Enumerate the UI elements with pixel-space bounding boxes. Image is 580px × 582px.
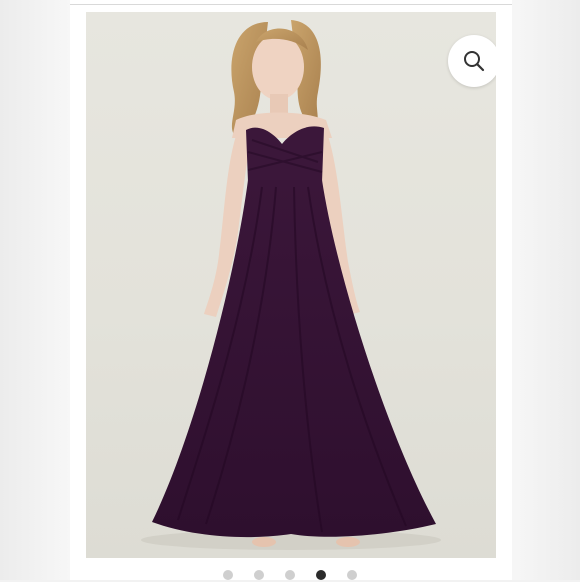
model-illustration [141,20,441,550]
pagination-dot-4[interactable] [316,570,326,580]
product-card [70,0,512,580]
pagination-dot-3[interactable] [285,570,295,580]
face [252,34,304,100]
pagination-dot-5[interactable] [347,570,357,580]
product-photo[interactable] [86,12,496,558]
skirt [152,180,436,538]
magnifier-icon [464,51,485,72]
pagination-dot-2[interactable] [254,570,264,580]
zoom-button[interactable] [448,35,496,87]
foot-left [252,537,276,547]
backdrop-left [0,0,70,580]
foot-right [336,537,360,547]
image-pagination [0,570,580,582]
backdrop-right [510,0,580,580]
top-divider [70,4,512,5]
pagination-dot-1[interactable] [223,570,233,580]
